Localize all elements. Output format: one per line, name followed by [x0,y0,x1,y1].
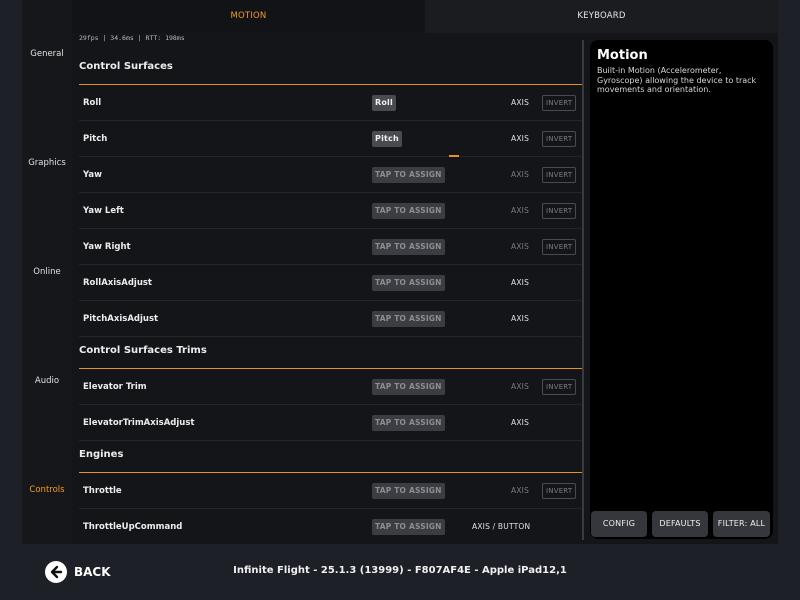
table-row[interactable]: Elevator Trim TAP TO ASSIGN AXIS INVERT [79,369,584,405]
tab-keyboard[interactable]: KEYBOARD [425,0,778,33]
table-row[interactable]: Yaw Left TAP TO ASSIGN AXIS INVERT [79,193,584,229]
control-label: Elevator Trim [83,382,147,392]
axis-type-label: AXIS [511,486,530,495]
list-scrollbar[interactable] [582,40,584,540]
control-label: RollAxisAdjust [83,278,152,288]
sidebar-item-graphics[interactable]: Graphics [22,158,72,168]
axis-type-label: AXIS [511,170,530,179]
section-title: Engines [79,449,124,460]
invert-toggle[interactable]: INVERT [542,203,577,219]
table-row[interactable]: Throttle TAP TO ASSIGN AXIS INVERT [79,473,584,509]
table-row[interactable]: ThrottleUpCommand TAP TO ASSIGN AXIS / BUT… [79,509,584,544]
tab-motion[interactable]: MOTION [72,0,425,33]
axis-type-label: AXIS / BUTTON [472,522,531,531]
axis-type-label: AXIS [511,134,530,143]
assigned-binding-button[interactable]: Roll [372,95,396,111]
invert-toggle[interactable]: INVERT [542,131,577,147]
defaults-button[interactable]: DEFAULTS [652,511,708,537]
app-version-info: Infinite Flight - 25.1.3 (13999) - F807A… [233,565,567,576]
sidebar-item-general[interactable]: General [22,49,72,59]
filter-button[interactable]: FILTER: ALL [713,511,770,537]
assigned-binding-button[interactable]: Pitch [372,131,402,147]
control-label: Yaw Left [83,206,124,216]
invert-toggle[interactable]: INVERT [542,239,577,255]
table-row[interactable]: RollAxisAdjust TAP TO ASSIGN AXIS [79,265,584,301]
arrow-left-icon [45,561,67,583]
tap-to-assign-button[interactable]: TAP TO ASSIGN [372,379,445,395]
sidebar-item-controls[interactable]: Controls [22,485,72,495]
tap-to-assign-button[interactable]: TAP TO ASSIGN [372,483,445,499]
tap-to-assign-button[interactable]: TAP TO ASSIGN [372,239,445,255]
input-tab-bar: MOTION KEYBOARD [72,0,778,33]
table-row[interactable]: Yaw Right TAP TO ASSIGN AXIS INVERT [79,229,584,265]
device-info-panel: Motion Built-in Motion (Accelerometer, G… [590,40,773,539]
invert-toggle[interactable]: INVERT [542,95,577,111]
control-bindings-list[interactable]: 29fps | 34.6ms | RTT: 198ms Control Surf… [72,33,584,544]
back-button[interactable]: BACK [45,560,111,584]
table-row[interactable]: Pitch Pitch AXIS INVERT [79,121,584,157]
table-row[interactable]: ElevatorTrimAxisAdjust TAP TO ASSIGN AXIS [79,405,584,441]
control-label: Throttle [83,486,122,496]
table-row[interactable]: Yaw TAP TO ASSIGN AXIS INVERT [79,157,584,193]
tap-to-assign-button[interactable]: TAP TO ASSIGN [372,167,445,183]
device-description: Built-in Motion (Accelerometer, Gyroscop… [597,66,757,94]
tap-to-assign-button[interactable]: TAP TO ASSIGN [372,203,445,219]
table-row[interactable]: PitchAxisAdjust TAP TO ASSIGN AXIS [79,301,584,337]
control-label: ThrottleUpCommand [83,522,183,532]
axis-type-label: AXIS [511,242,530,251]
tap-to-assign-button[interactable]: TAP TO ASSIGN [372,519,445,535]
axis-type-label: AXIS [511,382,530,391]
config-button[interactable]: CONFIG [591,511,647,537]
device-title: Motion [597,48,648,63]
axis-type-label: AXIS [511,314,530,323]
pitch-axis-indicator [449,155,459,157]
tap-to-assign-button[interactable]: TAP TO ASSIGN [372,415,445,431]
control-label: ElevatorTrimAxisAdjust [83,418,195,428]
control-label: Pitch [83,134,108,144]
sidebar-item-online[interactable]: Online [22,267,72,277]
invert-toggle[interactable]: INVERT [542,483,577,499]
section-title: Control Surfaces [79,61,173,72]
invert-toggle[interactable]: INVERT [542,379,577,395]
sidebar-item-audio[interactable]: Audio [22,376,72,386]
tap-to-assign-button[interactable]: TAP TO ASSIGN [372,275,445,291]
axis-type-label: AXIS [511,98,530,107]
control-label: PitchAxisAdjust [83,314,159,324]
settings-sidebar: General Graphics Online Audio Controls [22,0,72,544]
tap-to-assign-button[interactable]: TAP TO ASSIGN [372,311,445,327]
axis-type-label: AXIS [511,206,530,215]
axis-type-label: AXIS [511,418,530,427]
axis-type-label: AXIS [511,278,530,287]
table-row[interactable]: Roll Roll AXIS INVERT [79,85,584,121]
performance-readout: 29fps | 34.6ms | RTT: 198ms [79,34,185,42]
control-label: Roll [83,98,102,108]
back-label: BACK [74,565,111,579]
control-label: Yaw Right [83,242,131,252]
control-label: Yaw [83,170,102,180]
section-title: Control Surfaces Trims [79,345,207,356]
invert-toggle[interactable]: INVERT [542,167,577,183]
